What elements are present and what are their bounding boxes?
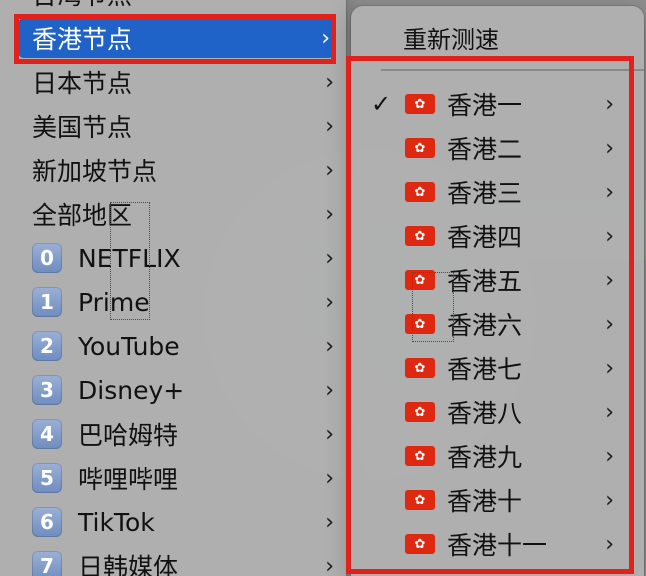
node-label: 香港一 — [447, 91, 523, 120]
menu-item-prime[interactable]: 1 Prime › — [0, 282, 346, 322]
chevron-right-icon: › — [325, 157, 334, 183]
keycap-7-icon: 7 — [32, 551, 62, 576]
chevron-right-icon: › — [325, 289, 334, 315]
menu-item-label: 全部地区 — [32, 201, 133, 230]
region-menu: 台湾节点 香港节点 › 日本节点 › 美国节点 › 新加坡节点 › 全部地区 ›… — [0, 0, 346, 576]
node-item[interactable]: ✓ ✿ 香港一 › — [351, 84, 644, 124]
menu-item-jp-kr-media[interactable]: 7 日韩媒体 › — [0, 546, 346, 576]
hong-kong-flag-icon: ✿ — [405, 490, 435, 510]
menu-item-youtube[interactable]: 2 YouTube › — [0, 326, 346, 366]
menu-item-label: 巴哈姆特 — [78, 421, 179, 450]
hong-kong-flag-icon: ✿ — [405, 358, 435, 378]
hong-kong-flag-icon: ✿ — [405, 446, 435, 466]
node-label: 香港九 — [447, 443, 523, 472]
node-item[interactable]: ✿ 香港七 › — [351, 348, 644, 388]
node-item[interactable]: ✿ 香港三 › — [351, 172, 644, 212]
node-item[interactable]: ✿ 香港四 › — [351, 216, 644, 256]
keycap-1-icon: 1 — [32, 287, 62, 317]
menu-item-singapore[interactable]: 新加坡节点 › — [0, 150, 346, 190]
hong-kong-flag-icon: ✿ — [405, 94, 435, 114]
chevron-right-icon: › — [605, 487, 614, 513]
chevron-right-icon: › — [325, 553, 334, 576]
chevron-right-icon: › — [325, 201, 334, 227]
keycap-3-icon: 3 — [32, 375, 62, 405]
menu-item-usa[interactable]: 美国节点 › — [0, 106, 346, 146]
chevron-right-icon: › — [605, 399, 614, 425]
keycap-4-icon: 4 — [32, 419, 62, 449]
chevron-right-icon: › — [605, 179, 614, 205]
menu-item-japan[interactable]: 日本节点 › — [0, 62, 346, 102]
node-label: 香港三 — [447, 179, 523, 208]
menu-item-label: 日韩媒体 — [78, 553, 179, 576]
chevron-right-icon: › — [325, 333, 334, 359]
node-label: 香港十一 — [447, 531, 548, 560]
node-label: 香港八 — [447, 399, 523, 428]
node-item[interactable]: ✿ 香港十一 › — [351, 524, 644, 564]
chevron-right-icon: › — [325, 113, 334, 139]
menu-item-label: 香港节点 — [32, 25, 133, 54]
menu-item-label: 哔哩哔哩 — [78, 465, 179, 494]
menu-separator — [381, 69, 644, 71]
hong-kong-flag-icon: ✿ — [405, 270, 435, 290]
hongkong-node-submenu: 重新测速 ✓ ✿ 香港一 › ✿ 香港二 › ✿ 香港三 › ✿ 香港四 › ✿… — [351, 6, 644, 576]
chevron-right-icon: › — [605, 135, 614, 161]
hong-kong-flag-icon: ✿ — [405, 182, 435, 202]
chevron-right-icon: › — [325, 509, 334, 535]
menu-item-netflix[interactable]: 0 NETFLIX › — [0, 238, 346, 278]
menu-item-hongkong[interactable]: 香港节点 › — [18, 18, 334, 58]
node-label: 香港六 — [447, 311, 523, 340]
chevron-right-icon: › — [325, 245, 334, 271]
chevron-right-icon: › — [321, 25, 330, 51]
node-label: 香港七 — [447, 355, 523, 384]
menu-item-bahamut[interactable]: 4 巴哈姆特 › — [0, 414, 346, 454]
keycap-6-icon: 6 — [32, 507, 62, 537]
chevron-right-icon: › — [325, 377, 334, 403]
menu-item-label: 美国节点 — [32, 113, 133, 142]
chevron-right-icon: › — [605, 443, 614, 469]
node-item[interactable]: ✿ 香港十 › — [351, 480, 644, 520]
node-item[interactable]: ✿ 香港二 › — [351, 128, 644, 168]
menu-item-taiwan[interactable]: 台湾节点 — [0, 0, 346, 20]
node-label: 香港二 — [447, 135, 523, 164]
chevron-right-icon: › — [605, 267, 614, 293]
menu-item-label: 日本节点 — [32, 69, 133, 98]
chevron-right-icon: › — [325, 465, 334, 491]
node-label: 香港四 — [447, 223, 523, 252]
menu-item-all-regions[interactable]: 全部地区 › — [0, 194, 346, 234]
menu-item-bilibili[interactable]: 5 哔哩哔哩 › — [0, 458, 346, 498]
keycap-0-icon: 0 — [32, 243, 62, 273]
chevron-right-icon: › — [605, 91, 614, 117]
keycap-5-icon: 5 — [32, 463, 62, 493]
chevron-right-icon: › — [605, 311, 614, 337]
node-label: 香港五 — [447, 267, 523, 296]
menu-item-label: 新加坡节点 — [32, 157, 158, 186]
menu-item-label: Prime — [78, 287, 150, 317]
menu-item-label: 台湾节点 — [32, 0, 132, 12]
hong-kong-flag-icon: ✿ — [405, 138, 435, 158]
chevron-right-icon: › — [325, 69, 334, 95]
menu-item-label: NETFLIX — [78, 243, 181, 273]
menu-item-label: YouTube — [78, 331, 180, 361]
hong-kong-flag-icon: ✿ — [405, 534, 435, 554]
retest-speed-item[interactable]: 重新测速 — [403, 20, 499, 55]
chevron-right-icon: › — [605, 223, 614, 249]
chevron-right-icon: › — [325, 421, 334, 447]
hong-kong-flag-icon: ✿ — [405, 226, 435, 246]
chevron-right-icon: › — [605, 355, 614, 381]
checkmark-icon: ✓ — [371, 90, 392, 118]
menu-item-tiktok[interactable]: 6 TikTok › — [0, 502, 346, 542]
menu-item-disney[interactable]: 3 Disney+ › — [0, 370, 346, 410]
node-item[interactable]: ✿ 香港五 › — [351, 260, 644, 300]
node-item[interactable]: ✿ 香港八 › — [351, 392, 644, 432]
node-item[interactable]: ✿ 香港六 › — [351, 304, 644, 344]
chevron-right-icon: › — [605, 531, 614, 557]
menu-item-label: Disney+ — [78, 375, 185, 405]
node-label: 香港十 — [447, 487, 523, 516]
node-item[interactable]: ✿ 香港九 › — [351, 436, 644, 476]
menu-item-label: TikTok — [78, 507, 155, 537]
hong-kong-flag-icon: ✿ — [405, 314, 435, 334]
keycap-2-icon: 2 — [32, 331, 62, 361]
hong-kong-flag-icon: ✿ — [405, 402, 435, 422]
